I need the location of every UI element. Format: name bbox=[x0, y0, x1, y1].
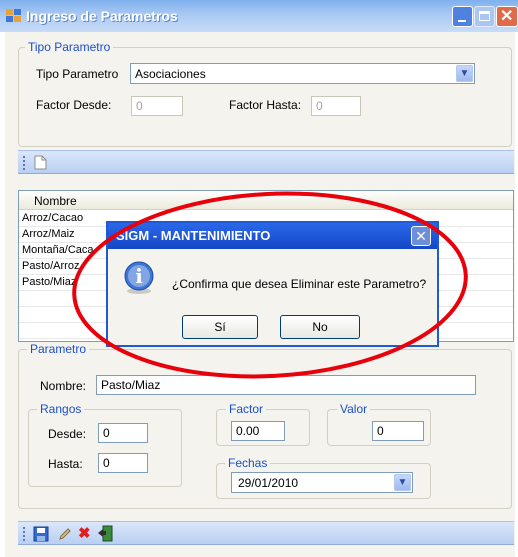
hasta-label: Hasta: bbox=[48, 457, 83, 471]
minimize-icon bbox=[458, 20, 466, 22]
dialog-close-button[interactable]: ✕ bbox=[411, 226, 431, 246]
rangos-group bbox=[28, 409, 182, 487]
maximize-button[interactable] bbox=[474, 6, 495, 27]
factor-group-label: Factor bbox=[226, 402, 267, 416]
chevron-down-icon[interactable]: ▼ bbox=[456, 65, 473, 82]
list-header-nombre: Nombre bbox=[34, 194, 77, 208]
close-icon: ✕ bbox=[500, 8, 514, 25]
parameters-window: Ingreso de Parametros ✕ Tipo Parametro T… bbox=[0, 0, 518, 557]
hasta-input[interactable]: 0 bbox=[98, 453, 148, 473]
fecha-picker[interactable]: 29/01/2010 ▼ bbox=[231, 472, 413, 493]
no-button[interactable]: No bbox=[280, 315, 360, 339]
minimize-button[interactable] bbox=[452, 6, 473, 27]
confirm-dialog: SIGM - MANTENIMIENTO ✕ i ¿Confirma que d… bbox=[106, 221, 439, 347]
maximize-icon bbox=[479, 11, 490, 21]
factor-desde-label: Factor Desde: bbox=[36, 98, 112, 112]
exit-door-icon[interactable] bbox=[97, 525, 113, 542]
save-icon[interactable] bbox=[33, 526, 49, 542]
factor-hasta-label: Factor Hasta: bbox=[229, 98, 302, 112]
app-icon bbox=[6, 9, 21, 22]
nombre-input[interactable]: Pasto/Miaz bbox=[96, 375, 476, 395]
nombre-label: Nombre: bbox=[40, 379, 87, 393]
edit-pencil-icon[interactable] bbox=[58, 527, 72, 541]
tipo-parametro-label: Tipo Parametro bbox=[36, 67, 119, 81]
dialog-title-bar[interactable]: SIGM - MANTENIMIENTO ✕ bbox=[108, 223, 437, 249]
parametro-group-label: Parametro bbox=[27, 342, 90, 356]
tipo-parametro-select[interactable]: Asociaciones ▼ bbox=[130, 63, 475, 84]
tipo-parametro-group bbox=[18, 47, 512, 147]
tipo-parametro-value: Asociaciones bbox=[135, 67, 206, 81]
new-document-icon[interactable] bbox=[34, 155, 47, 170]
window-title: Ingreso de Parametros bbox=[26, 8, 178, 24]
title-bar[interactable]: Ingreso de Parametros ✕ bbox=[0, 0, 518, 32]
factor-input[interactable]: 0.00 bbox=[231, 421, 285, 441]
rangos-group-label: Rangos bbox=[37, 402, 85, 416]
factor-desde-input[interactable]: 0 bbox=[131, 96, 183, 116]
bottom-toolbar: ✖ bbox=[18, 521, 514, 545]
info-icon: i bbox=[124, 261, 154, 294]
list-header[interactable]: Nombre bbox=[19, 191, 513, 210]
fecha-value: 29/01/2010 bbox=[238, 476, 299, 490]
desde-label: Desde: bbox=[48, 427, 87, 441]
valor-input[interactable]: 0 bbox=[372, 421, 424, 441]
close-button[interactable]: ✕ bbox=[496, 6, 518, 27]
desde-input[interactable]: 0 bbox=[98, 423, 148, 443]
dialog-title: SIGM - MANTENIMIENTO bbox=[116, 228, 271, 243]
toolbar-grip[interactable] bbox=[23, 156, 25, 170]
delete-icon[interactable]: ✖ bbox=[78, 524, 91, 542]
top-toolbar bbox=[18, 150, 514, 174]
toolbar-grip[interactable] bbox=[23, 527, 25, 541]
calendar-dropdown-icon[interactable]: ▼ bbox=[394, 474, 411, 491]
close-icon: ✕ bbox=[415, 228, 427, 244]
fechas-group-label: Fechas bbox=[225, 456, 271, 470]
yes-button[interactable]: Sí bbox=[182, 315, 258, 339]
dialog-message: ¿Confirma que desea Eliminar este Parame… bbox=[172, 277, 427, 291]
factor-hasta-input[interactable]: 0 bbox=[311, 96, 361, 116]
tipo-parametro-group-label: Tipo Parametro bbox=[25, 40, 114, 54]
svg-text:i: i bbox=[135, 264, 143, 288]
valor-group-label: Valor bbox=[337, 402, 371, 416]
